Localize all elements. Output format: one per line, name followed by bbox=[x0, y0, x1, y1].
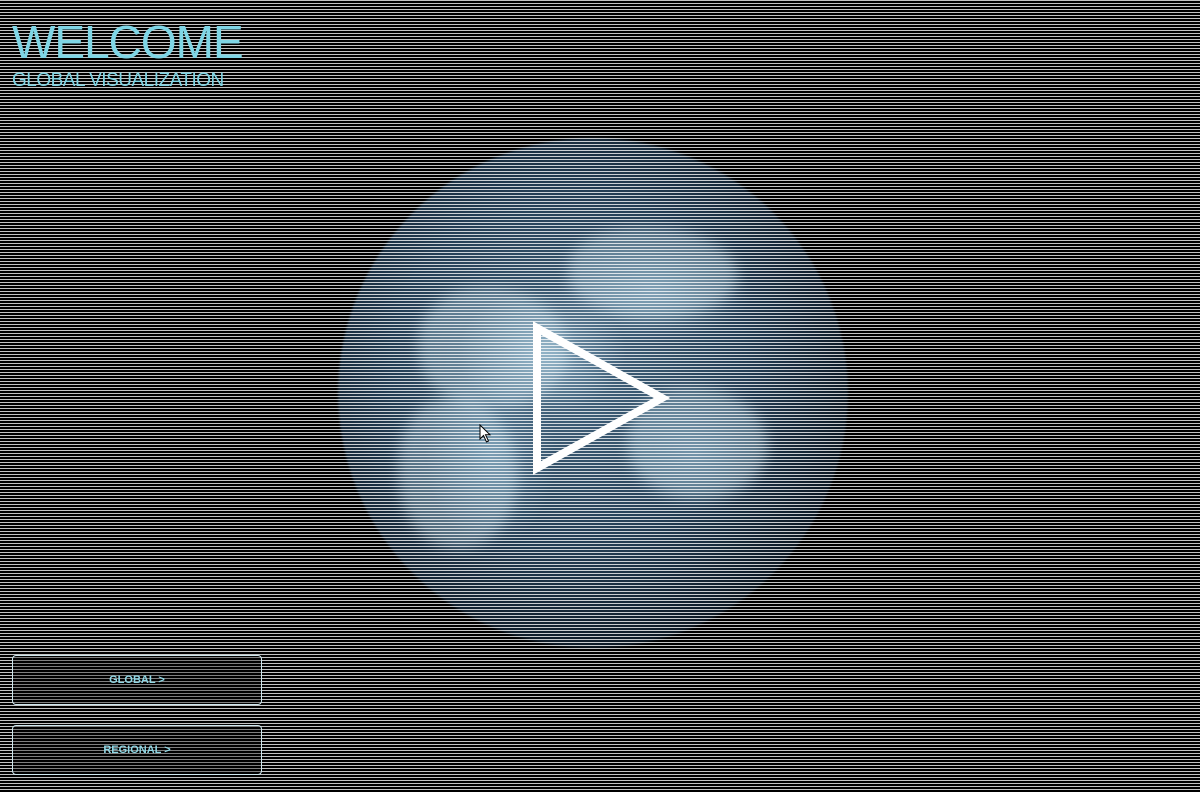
page-title: WELCOME bbox=[12, 16, 244, 68]
play-button[interactable] bbox=[526, 318, 676, 478]
mouse-cursor-icon bbox=[479, 424, 492, 443]
play-icon bbox=[533, 321, 671, 475]
regional-button-label: REGIONAL > bbox=[103, 744, 171, 756]
welcome-screen: WELCOME GLOBAL VISUALIZATION GLOBAL > RE… bbox=[0, 0, 1200, 792]
global-button-label: GLOBAL > bbox=[109, 674, 165, 686]
regional-button[interactable]: REGIONAL > bbox=[12, 725, 262, 775]
page-header: WELCOME GLOBAL VISUALIZATION bbox=[12, 16, 244, 92]
global-button[interactable]: GLOBAL > bbox=[12, 655, 262, 705]
page-subtitle: GLOBAL VISUALIZATION bbox=[12, 70, 224, 91]
